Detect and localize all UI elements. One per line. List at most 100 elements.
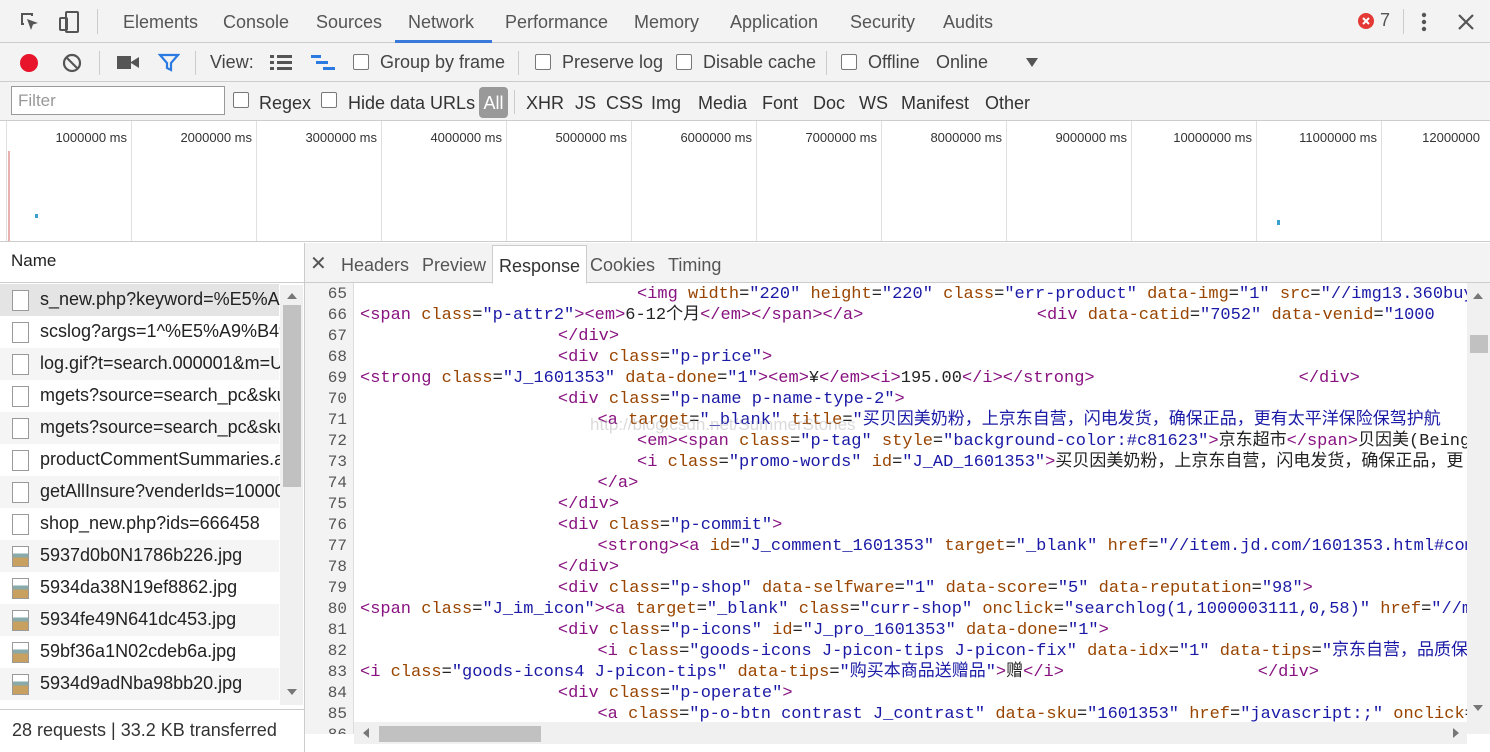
hide-data-urls-label[interactable]: Hide data URLs <box>348 82 475 121</box>
overview-waterfall-icon[interactable] <box>311 54 335 71</box>
tab-console[interactable]: Console <box>223 0 289 42</box>
tab-sources[interactable]: Sources <box>316 0 382 42</box>
code-line: <div class="p-commit"> <box>557 516 783 535</box>
request-row[interactable]: 59bf36a1N02cdeb6a.jpg <box>0 636 279 668</box>
request-row[interactable]: getAllInsure?venderIds=10000 <box>0 476 280 508</box>
preserve-log-label[interactable]: Preserve log <box>562 43 663 82</box>
line-number: 73 <box>327 453 347 471</box>
response-horizontal-scroll-thumb[interactable] <box>379 726 541 742</box>
tab-application[interactable]: Application <box>730 0 818 42</box>
tab-preview[interactable]: Preview <box>422 243 486 283</box>
chevron-down-icon[interactable] <box>1026 58 1038 68</box>
line-number: 67 <box>327 327 347 345</box>
request-list-scroll-thumb[interactable] <box>283 305 301 487</box>
error-icon[interactable] <box>1358 13 1374 29</box>
document-icon <box>12 322 29 343</box>
timeline-label: 3000000 ms <box>305 130 377 145</box>
regex-checkbox[interactable] <box>233 92 249 108</box>
tab-network[interactable]: Network <box>408 0 474 42</box>
tab-audits[interactable]: Audits <box>943 0 993 42</box>
tab-memory[interactable]: Memory <box>634 0 699 42</box>
tab-headers[interactable]: Headers <box>341 243 409 283</box>
hide-data-urls-checkbox[interactable] <box>321 92 337 108</box>
scroll-left-arrow-icon[interactable] <box>363 728 369 738</box>
request-name: log.gif?t=search.000001&m=U <box>40 353 280 373</box>
line-number: 80 <box>327 600 347 618</box>
type-filter-css[interactable]: CSS <box>606 82 643 121</box>
scroll-up-arrow-icon[interactable] <box>1473 293 1483 299</box>
scroll-right-arrow-icon[interactable] <box>1453 728 1459 738</box>
type-filter-ws[interactable]: WS <box>859 82 888 121</box>
request-list-panel: Name s_new.php?keyword=%E5%A9 scslog?arg… <box>0 243 305 752</box>
request-row[interactable]: mgets?source=search_pc&sku <box>0 380 280 412</box>
error-count[interactable]: 7 <box>1380 10 1390 31</box>
group-by-frame-label[interactable]: Group by frame <box>380 43 505 82</box>
code-line: <div class="p-operate"> <box>557 684 793 703</box>
scroll-up-arrow-icon[interactable] <box>287 293 297 299</box>
request-row[interactable]: s_new.php?keyword=%E5%A9 <box>0 284 280 316</box>
tab-response[interactable]: Response <box>492 245 588 284</box>
timeline-label: 8000000 ms <box>930 130 1002 145</box>
tab-cookies[interactable]: Cookies <box>590 243 655 283</box>
response-vertical-scroll-thumb[interactable] <box>1470 335 1488 353</box>
image-icon <box>12 578 29 599</box>
request-row[interactable]: log.gif?t=search.000001&m=U <box>0 348 280 380</box>
request-row[interactable]: 5934d9adNba98bb20.jpg <box>0 668 279 700</box>
regex-label[interactable]: Regex <box>259 82 311 121</box>
filter-input[interactable] <box>11 86 225 115</box>
document-icon <box>12 386 29 407</box>
tab-timing[interactable]: Timing <box>668 243 721 283</box>
tab-security[interactable]: Security <box>850 0 915 42</box>
device-toolbar-icon[interactable] <box>57 10 81 34</box>
capture-screenshots-icon[interactable] <box>117 54 139 71</box>
type-filter-font[interactable]: Font <box>762 82 798 121</box>
preserve-log-checkbox[interactable] <box>535 54 551 70</box>
line-number: 68 <box>327 348 347 366</box>
inspect-element-icon[interactable] <box>18 10 42 34</box>
clear-icon[interactable] <box>61 52 83 74</box>
type-filter-media[interactable]: Media <box>698 82 747 121</box>
request-row[interactable]: shop_new.php?ids=666458 <box>0 508 279 540</box>
request-row[interactable]: mgets?source=search_pc&sku <box>0 412 280 444</box>
type-filter-js[interactable]: JS <box>575 82 596 121</box>
type-filter-all[interactable]: All <box>479 87 508 118</box>
request-row[interactable]: 5934da38N19ef8862.jpg <box>0 572 279 604</box>
offline-label[interactable]: Offline <box>868 43 920 82</box>
request-name: 5937d0b0N1786b226.jpg <box>40 545 243 565</box>
request-row[interactable]: scslog?args=1^%E5%A9%B4% <box>0 316 280 348</box>
separator <box>514 90 515 114</box>
type-filter-doc[interactable]: Doc <box>813 82 845 121</box>
large-rows-icon[interactable] <box>270 54 292 71</box>
filter-icon[interactable] <box>158 52 180 74</box>
group-by-frame-checkbox[interactable] <box>353 54 369 70</box>
disable-cache-label[interactable]: Disable cache <box>703 43 816 82</box>
name-column-header[interactable]: Name <box>0 243 304 283</box>
network-overview-timeline[interactable]: 1000000 ms 2000000 ms 3000000 ms 4000000… <box>0 121 1490 242</box>
close-detail-icon[interactable]: ✕ <box>310 251 327 276</box>
code-line: </div> <box>557 495 620 514</box>
line-number: 74 <box>327 474 347 492</box>
scroll-down-arrow-icon[interactable] <box>287 689 297 695</box>
tab-performance[interactable]: Performance <box>505 0 608 42</box>
request-row[interactable]: 5937d0b0N1786b226.jpg <box>0 540 279 572</box>
response-source-viewer[interactable]: 65 66 67 68 69 70 71 72 73 74 75 76 77 78 79 80 81 82 83 84… <box>305 283 1467 734</box>
throttling-select[interactable]: Online <box>936 43 988 82</box>
request-row[interactable]: productCommentSummaries.a <box>0 444 280 476</box>
code-line: <span class="J_im_icon"><a target="_blan… <box>360 600 1467 619</box>
request-name: mgets?source=search_pc&sku <box>40 417 280 437</box>
tab-elements[interactable]: Elements <box>123 0 198 42</box>
type-filter-other[interactable]: Other <box>985 82 1030 121</box>
request-name: 5934d9adNba98bb20.jpg <box>40 673 243 693</box>
record-icon[interactable] <box>18 52 40 74</box>
scroll-down-arrow-icon[interactable] <box>1473 705 1483 711</box>
request-row[interactable]: 5934fe49N641dc453.jpg <box>0 604 279 636</box>
type-filter-img[interactable]: Img <box>651 82 681 121</box>
separator <box>518 51 519 75</box>
disable-cache-checkbox[interactable] <box>676 54 692 70</box>
offline-checkbox[interactable] <box>841 54 857 70</box>
type-filter-xhr[interactable]: XHR <box>526 82 564 121</box>
more-options-icon[interactable] <box>1418 11 1430 33</box>
type-filter-manifest[interactable]: Manifest <box>901 82 969 121</box>
close-devtools-icon[interactable] <box>1457 13 1475 31</box>
code-line: <div class="p-price"> <box>557 348 773 367</box>
